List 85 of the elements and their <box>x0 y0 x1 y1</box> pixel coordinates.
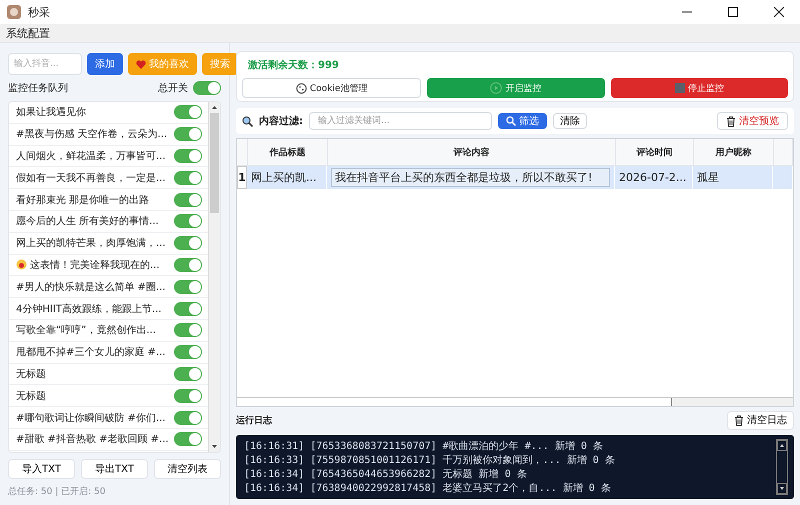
task-toggle[interactable] <box>174 410 202 425</box>
column-header[interactable]: 作品标题 <box>248 139 328 165</box>
scroll-thumb[interactable] <box>210 113 219 213</box>
task-title: 愿今后的人生 所有美好的事情... <box>16 214 160 228</box>
list-action-button[interactable]: 清空列表 <box>154 459 221 479</box>
table-row[interactable]: 1 网上买的凯... 我在抖音平台上买的东西全都是垃圾，所以不敢买了! 2026-07-2... 孤星 <box>237 166 793 189</box>
row-number: 1 <box>237 166 247 189</box>
task-toggle[interactable] <box>174 366 202 381</box>
emoji-icon <box>16 259 27 270</box>
task-title: 无标题 <box>16 368 47 381</box>
master-switch-label: 总开关 <box>158 82 188 95</box>
toolbar-button[interactable]: 添加 <box>87 53 123 75</box>
filter-button[interactable]: 筛选 <box>498 113 547 129</box>
scroll-up-icon[interactable] <box>777 440 787 451</box>
task-title: 人间烟火，鲜花温柔，万事皆可... <box>16 150 167 163</box>
task-toggle[interactable] <box>174 214 202 228</box>
task-title: #黑夜与伤感 天空作卷，云朵为... <box>16 128 168 142</box>
task-toggle[interactable] <box>174 432 202 446</box>
task-title: 写歌全靠“哼哼”，竟然创作出... <box>16 324 157 338</box>
activation-days: 激活剩余天数：999 <box>242 58 788 72</box>
heart-icon <box>136 60 146 68</box>
task-title: 网上买的凯特芒果，肉厚饱满，... <box>16 236 167 250</box>
app-icon <box>6 4 22 20</box>
play-icon <box>490 82 502 94</box>
trash-icon <box>726 116 736 126</box>
task-toggle[interactable] <box>174 105 202 120</box>
monitor-control-button[interactable]: Cookie池管理 <box>242 78 422 98</box>
queue-label: 监控任务队列 <box>8 82 69 95</box>
master-toggle[interactable] <box>193 81 221 95</box>
task-toggle[interactable] <box>174 323 202 338</box>
menu-item[interactable]: 系统配置 <box>0 26 56 40</box>
clear-button[interactable]: 清除 <box>553 113 587 129</box>
task-title: #男人的快乐就是这么简单 #圈... <box>16 280 166 294</box>
scrollbar[interactable] <box>776 439 788 495</box>
task-toggle[interactable] <box>174 148 202 163</box>
task-toggle[interactable] <box>174 388 202 403</box>
task-title: #哪句歌词让你瞬间破防 #你们... <box>16 412 166 425</box>
task-title: 如果让我遇见你 <box>16 106 87 120</box>
task-title: 假如有一天我不再善良，一定是... <box>16 172 167 185</box>
log-line: [16:16:34] [7654365044653966282] 无标题 新增 0 条 <box>244 468 528 480</box>
filter-label: 内容过滤: <box>259 114 303 128</box>
column-header[interactable]: 用户昵称 <box>694 139 774 165</box>
douyin-input[interactable]: 输入抖音... <box>8 53 82 75</box>
task-toggle[interactable] <box>174 258 202 272</box>
task-summary: 总任务: 50 | 已开启: 50 <box>8 486 106 498</box>
task-title: 4分钟HIIT高效跟练，能跟上节... <box>16 302 162 316</box>
scrollbar[interactable] <box>237 397 793 406</box>
task-toggle[interactable] <box>174 170 202 185</box>
trash-icon <box>734 414 744 426</box>
log-title: 运行日志 <box>236 414 272 426</box>
table-cell: 孤星 <box>697 170 719 185</box>
task-title: 这表情！完美诠释我现在的... <box>30 258 161 272</box>
clear-log-button[interactable]: 清空日志 <box>727 410 794 430</box>
search-icon <box>506 116 516 126</box>
window-title: 秒采 <box>28 4 50 20</box>
task-title: #甜歌 #抖音热歌 #老歌回顾 #... <box>16 432 170 446</box>
task-toggle[interactable] <box>174 127 202 142</box>
task-title: 甩都甩不掉#三个女儿的家庭 #... <box>16 346 166 360</box>
list-action-button[interactable]: 导入TXT <box>8 459 75 479</box>
column-header[interactable]: 评论时间 <box>616 139 694 165</box>
cookie-icon <box>296 82 307 94</box>
task-title: 无标题 <box>16 390 47 403</box>
task-toggle[interactable] <box>174 302 202 316</box>
log-line: [16:16:31] [7653368083721150707] #歌曲漂泊的少年 #... 新增 0 条 <box>244 440 604 452</box>
clear-preview-button[interactable]: 清空预览 <box>717 112 788 130</box>
maximize-icon[interactable] <box>728 7 738 17</box>
monitor-control-button[interactable]: 停止监控 <box>610 78 788 98</box>
list-action-button[interactable]: 导出TXT <box>81 459 148 479</box>
table-cell: 网上买的凯... <box>251 170 316 185</box>
close-icon[interactable] <box>774 7 784 17</box>
column-header[interactable]: 评论内容 <box>328 139 616 165</box>
log-line: [16:16:33] [7559870851001126171] 千万别被你对象闻到，... 新增 0 条 <box>244 454 616 466</box>
log-line: [16:16:34] [7638940022992817458] 老婆立马买了2个，自... 新增 0 条 <box>244 482 612 494</box>
task-toggle[interactable] <box>174 280 202 294</box>
table-cell: 我在抖音平台上买的东西全都是垃圾，所以不敢买了! <box>331 168 610 187</box>
filter-input[interactable]: 输入过滤关键词... <box>309 112 492 130</box>
task-toggle[interactable] <box>174 345 202 360</box>
task-toggle[interactable] <box>174 236 202 250</box>
task-toggle[interactable] <box>174 192 202 207</box>
stop-icon <box>674 83 685 93</box>
scroll-thumb[interactable] <box>237 398 672 406</box>
task-title: 看好那束光 那是你唯一的出路 <box>16 194 150 207</box>
table-cell: 2026-07-2... <box>619 171 686 184</box>
search-icon <box>242 116 253 126</box>
scroll-down-icon[interactable] <box>777 483 787 494</box>
